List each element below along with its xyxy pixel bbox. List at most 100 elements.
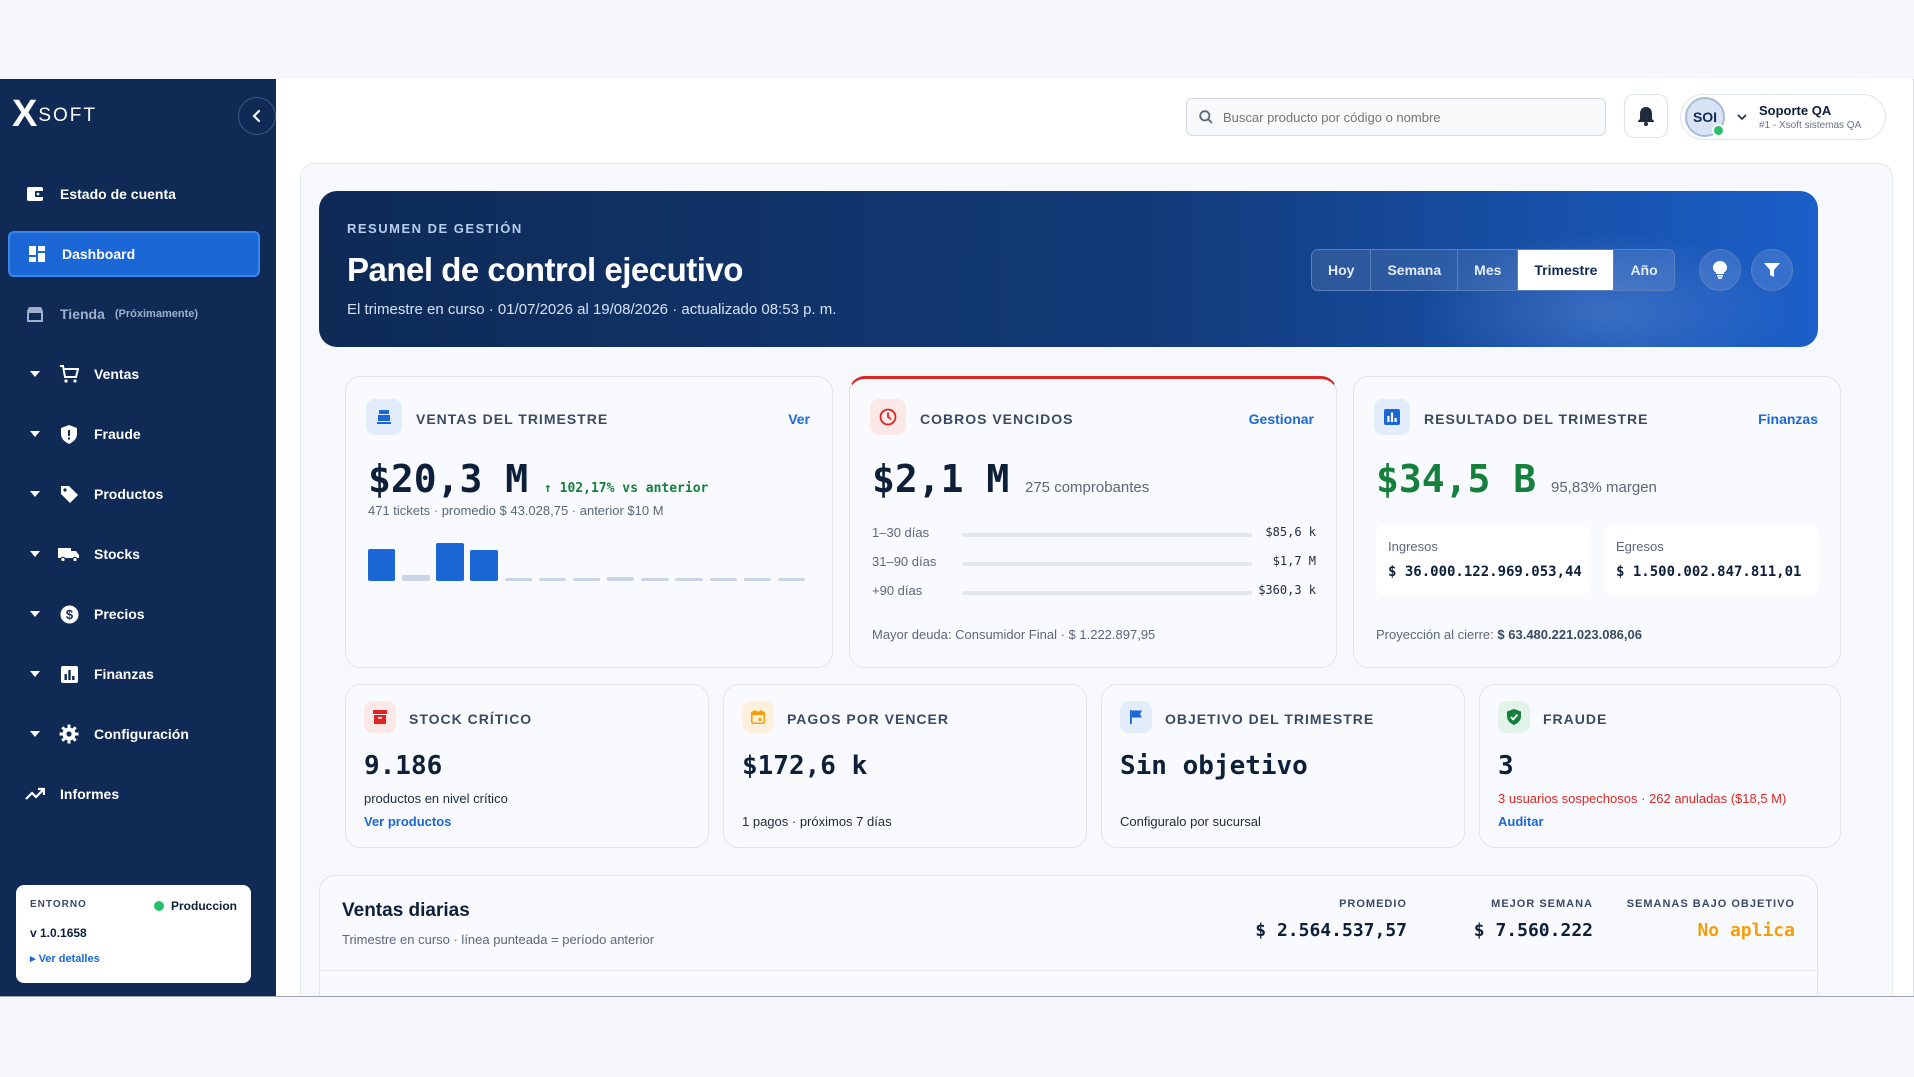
ventas-bar — [470, 550, 498, 581]
chart-icon — [1374, 399, 1410, 435]
sidebar-item-label: Tienda — [60, 306, 105, 322]
search-input[interactable] — [1223, 109, 1583, 125]
search-icon — [1199, 110, 1213, 124]
cobros-card: COBROS VENCIDOS Gestionar $2,1 M 275 com… — [849, 376, 1337, 668]
user-name: Soporte QA — [1759, 103, 1832, 118]
projection-text: Proyección al cierre: $ 63.480.221.023.0… — [1376, 627, 1642, 642]
shield-check-icon — [1498, 701, 1530, 733]
aging-row: 31–90 días $1,7 M — [872, 552, 1316, 572]
sidebar-item-estado-de-cuenta[interactable]: Estado de cuenta — [8, 171, 260, 217]
card-label: FRAUDE — [1543, 711, 1608, 727]
tag-icon — [58, 483, 80, 505]
caret-down-icon — [24, 551, 46, 557]
ventas-bar — [402, 575, 430, 581]
divider — [320, 970, 1819, 971]
egresos-value: $ 1.500.002.847.811,01 — [1616, 564, 1802, 580]
sidebar-item-precios[interactable]: $ Precios — [8, 591, 260, 637]
caret-down-icon — [24, 431, 46, 437]
register-icon — [366, 399, 402, 435]
environment-status: Produccion — [153, 899, 237, 913]
notifications-button[interactable] — [1624, 94, 1668, 138]
auditar-link[interactable]: Auditar — [1498, 814, 1544, 829]
objetivo-value: Sin objetivo — [1120, 751, 1308, 781]
objetivo-detail: Configuralo por sucursal — [1120, 814, 1261, 829]
sidebar-item-ventas[interactable]: Ventas — [8, 351, 260, 397]
xsoft-logo[interactable]: X SOFT — [12, 95, 97, 133]
filter-button[interactable] — [1751, 249, 1793, 291]
sidebar-item-tienda[interactable]: Tienda (Próximamente) — [8, 291, 260, 337]
ventas-bar — [504, 578, 532, 581]
card-label: PAGOS POR VENCER — [787, 711, 949, 727]
semanas-bajo-objetivo-stat: SEMANAS BAJO OBJETIVO No aplica — [1627, 898, 1795, 941]
fraude-value: 3 — [1498, 751, 1514, 781]
sidebar-item-dashboard[interactable]: Dashboard — [8, 231, 260, 277]
ventas-diarias-panel: Ventas diarias Trimestre en curso · líne… — [319, 875, 1819, 996]
ventas-bar — [709, 578, 737, 581]
sidebar-item-label: Stocks — [94, 546, 140, 562]
section-title: Ventas diarias — [342, 900, 470, 921]
period-trimestre-button[interactable]: Trimestre — [1518, 250, 1615, 290]
status-dot-icon — [153, 901, 164, 911]
sidebar-item-label: Informes — [60, 786, 120, 802]
resultado-value: $34,5 B — [1376, 457, 1537, 501]
sidebar-item-finanzas[interactable]: Finanzas — [8, 651, 260, 697]
ventas-mini-chart — [368, 539, 812, 581]
resultado-card: RESULTADO DEL TRIMESTRE Finanzas $34,5 B… — [1353, 376, 1841, 668]
period-mes-button[interactable]: Mes — [1458, 250, 1519, 290]
aging-label: 1–30 días — [872, 525, 930, 540]
sidebar-item-label: Estado de cuenta — [60, 186, 176, 202]
ventas-bar — [368, 549, 396, 581]
ver-productos-link[interactable]: Ver productos — [364, 814, 451, 829]
card-label: VENTAS DEL TRIMESTRE — [416, 411, 609, 427]
sidebar-item-fraude[interactable]: Fraude — [8, 411, 260, 457]
caret-down-icon — [24, 371, 46, 377]
sidebar-item-configuracion[interactable]: Configuración — [8, 711, 260, 757]
sidebar-item-informes[interactable]: Informes — [8, 771, 260, 817]
aging-track — [962, 562, 1252, 566]
gestionar-link[interactable]: Gestionar — [1249, 411, 1314, 427]
version-details-link[interactable]: ▸ Ver detalles — [30, 952, 237, 965]
caret-down-icon — [24, 671, 46, 677]
chevron-left-icon — [252, 109, 261, 123]
period-ano-button[interactable]: Año — [1614, 250, 1673, 290]
ventas-card: VENTAS DEL TRIMESTRE Ver $20,3 M ↑ 102,1… — [345, 376, 833, 668]
search-box[interactable] — [1186, 98, 1606, 136]
ver-ventas-link[interactable]: Ver — [788, 411, 810, 427]
ventas-bar — [675, 578, 703, 581]
topbar: SOI Soporte QA #1 - Xsoft sistemas QA — [276, 79, 1913, 157]
aging-label: 31–90 días — [872, 554, 937, 569]
user-info: Soporte QA #1 - Xsoft sistemas QA — [1747, 103, 1861, 131]
egresos-box: Egresos $ 1.500.002.847.811,01 — [1604, 525, 1819, 595]
main-area: SOI Soporte QA #1 - Xsoft sistemas QA RE… — [276, 79, 1914, 996]
environment-status-text: Produccion — [170, 899, 237, 913]
clock-icon — [870, 399, 906, 435]
resultado-margin: 95,83% margen — [1551, 479, 1657, 496]
ventas-bar — [777, 578, 806, 581]
stock-value: 9.186 — [364, 751, 443, 781]
sidebar-item-stocks[interactable]: Stocks — [8, 531, 260, 577]
sidebar-item-productos[interactable]: Productos — [8, 471, 260, 517]
finanzas-link[interactable]: Finanzas — [1758, 411, 1818, 427]
aging-track — [962, 533, 1252, 537]
sidebar: X SOFT Estado de cuenta Dashboard Tienda… — [0, 79, 276, 996]
page-title: Panel de control ejecutivo — [347, 251, 743, 288]
wallet-icon — [24, 183, 46, 205]
tips-button[interactable] — [1699, 249, 1741, 291]
stat-label: PROMEDIO — [1339, 898, 1407, 910]
period-hoy-button[interactable]: Hoy — [1312, 250, 1372, 290]
calendar-icon — [742, 701, 774, 733]
user-menu[interactable]: SOI Soporte QA #1 - Xsoft sistemas QA — [1680, 94, 1886, 140]
mejor-semana-stat: MEJOR SEMANA $ 7.560.222 — [1474, 898, 1593, 941]
version-text: v 1.0.1658 — [30, 926, 87, 940]
hero-subtitle: El trimestre en curso · 01/07/2026 al 19… — [347, 301, 837, 318]
stat-value: No aplica — [1697, 920, 1795, 941]
ventas-detail: 471 tickets · promedio $ 43.028,75 · ant… — [368, 503, 664, 518]
card-label: COBROS VENCIDOS — [920, 411, 1074, 427]
egresos-label: Egresos — [1616, 539, 1664, 554]
collapse-sidebar-button[interactable] — [238, 97, 276, 135]
pagos-value: $172,6 k — [742, 751, 868, 781]
lightbulb-icon — [1713, 261, 1727, 279]
ingresos-label: Ingresos — [1388, 539, 1438, 554]
ventas-bar — [572, 578, 601, 581]
period-semana-button[interactable]: Semana — [1371, 250, 1459, 290]
